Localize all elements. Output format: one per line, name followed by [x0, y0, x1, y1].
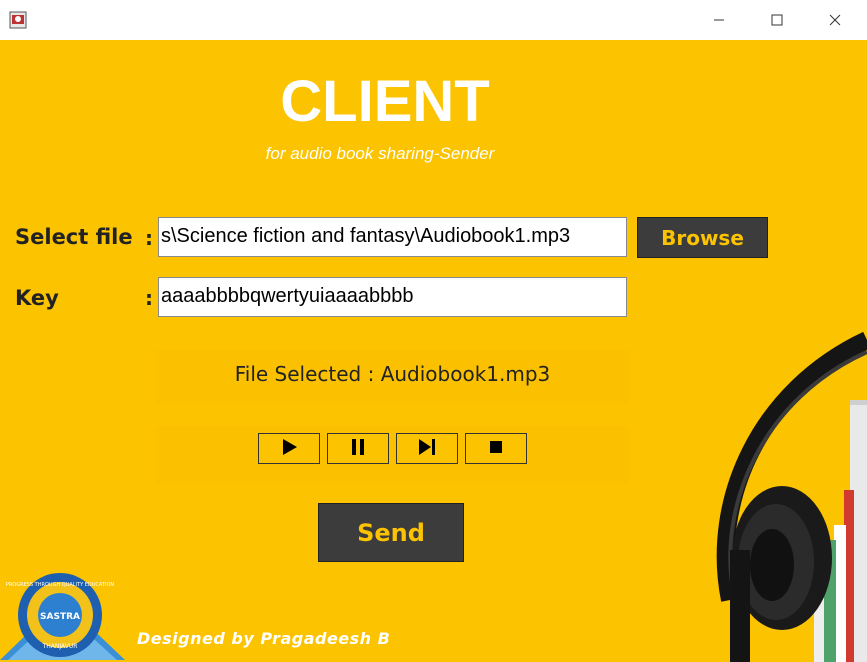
send-button[interactable]: Send [318, 503, 464, 562]
main-panel: CLIENT for audio book sharing-Sender Sel… [0, 40, 867, 662]
file-selected-status: File Selected : Audiobook1.mp3 [234, 362, 551, 386]
java-app-icon [9, 11, 27, 29]
sastra-logo: SASTRA PROGRESS THROUGH QUALITY EDUCATIO… [0, 570, 125, 662]
close-icon [829, 11, 841, 30]
svg-text:PROGRESS THROUGH QUALITY EDUCA: PROGRESS THROUGH QUALITY EDUCATION [6, 582, 115, 588]
file-path-field[interactable]: s\Science fiction and fantasy\Audiobook1… [158, 217, 627, 257]
svg-text:THANJAVUR: THANJAVUR [42, 643, 78, 650]
select-file-colon: : [145, 226, 153, 250]
close-button[interactable] [806, 0, 864, 40]
player-controls-panel [156, 426, 629, 484]
maximize-icon [771, 11, 783, 30]
pause-button[interactable] [327, 433, 389, 464]
svg-text:SASTRA: SASTRA [40, 612, 80, 622]
app-title: CLIENT [280, 69, 490, 134]
key-field[interactable]: aaaabbbbqwertyuiaaaabbbb [158, 277, 627, 317]
skip-next-icon [417, 438, 437, 460]
key-label: Key [15, 286, 59, 310]
pause-icon [350, 438, 366, 460]
skip-next-button[interactable] [396, 433, 458, 464]
maximize-button[interactable] [748, 0, 806, 40]
select-file-label: Select file [15, 225, 133, 249]
minimize-button[interactable] [690, 0, 748, 40]
headphones-image [700, 300, 867, 662]
minimize-icon [713, 11, 725, 30]
app-subtitle: for audio book sharing-Sender [265, 144, 495, 163]
stop-button[interactable] [465, 433, 527, 464]
browse-button[interactable]: Browse [637, 217, 768, 258]
play-button[interactable] [258, 433, 320, 464]
window-titlebar [0, 0, 867, 40]
play-icon [280, 438, 298, 460]
key-colon: : [145, 286, 153, 310]
designer-credit: Designed by Pragadeesh B [137, 629, 391, 648]
stop-icon [489, 439, 503, 458]
